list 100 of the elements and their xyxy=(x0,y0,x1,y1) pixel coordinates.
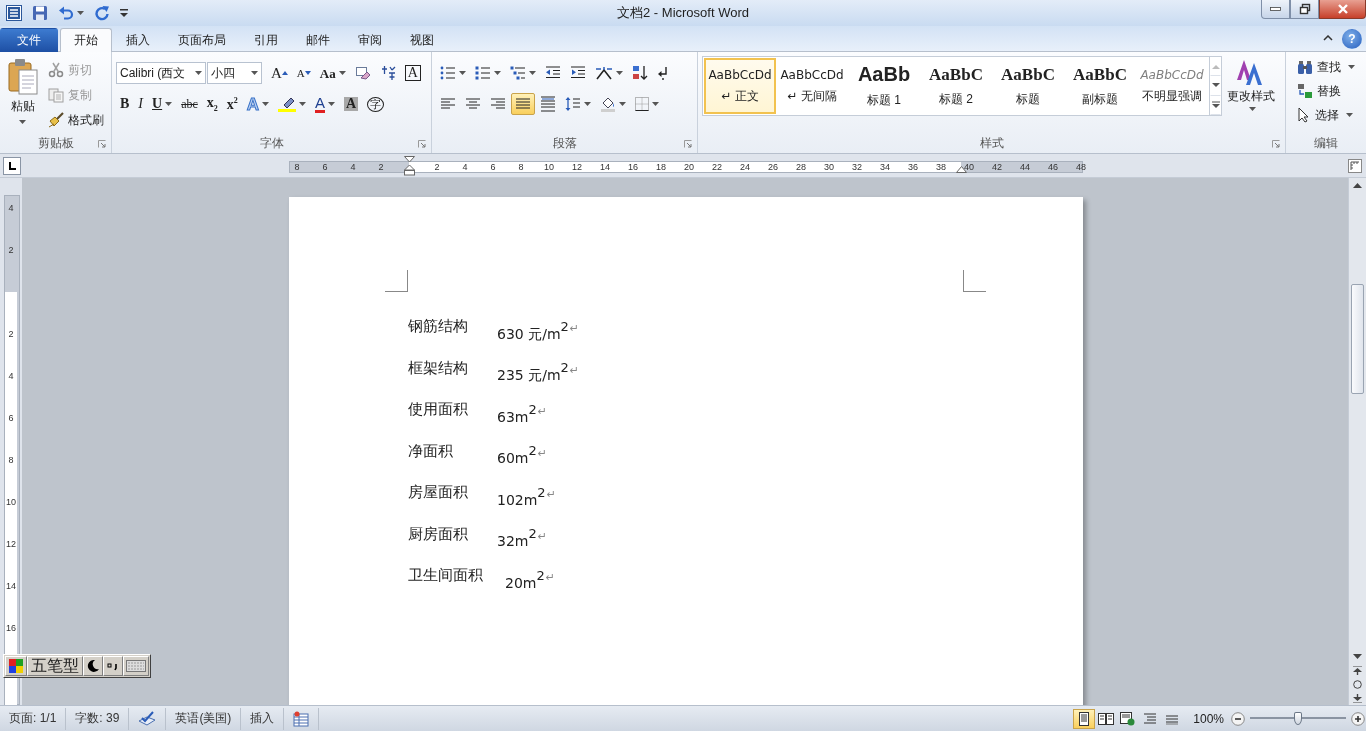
borders-icon xyxy=(635,97,649,111)
caret-icon xyxy=(584,102,591,106)
item-label: 房屋面积 xyxy=(408,483,469,503)
paste-button[interactable]: 粘贴 xyxy=(4,55,41,134)
zoom-out-button[interactable] xyxy=(1230,710,1246,727)
file-tab[interactable]: 文件 xyxy=(0,28,58,52)
input-method-logo-button[interactable] xyxy=(5,656,27,676)
justify-button[interactable] xyxy=(511,93,535,115)
restore-button[interactable] xyxy=(1290,0,1319,19)
style-option[interactable]: AaBbC 副标题 xyxy=(1064,58,1136,114)
line-spacing-icon xyxy=(565,96,581,112)
undo-icon xyxy=(58,5,74,21)
dialog-launcher-button[interactable] xyxy=(97,139,107,149)
ruler-number: 4 xyxy=(7,371,15,381)
ruler-number: 6 xyxy=(322,162,328,172)
char-shading-button[interactable]: A xyxy=(340,93,363,115)
paragraph-mark: ↵ xyxy=(569,362,580,377)
crop-mark xyxy=(963,270,986,292)
word-count[interactable]: 字数: 39 xyxy=(66,707,130,730)
shrink-font-button[interactable]: A xyxy=(292,62,315,84)
style-option[interactable]: AaBbCcDd ↵ 正文 xyxy=(704,58,776,114)
tab-stop-button[interactable] xyxy=(3,156,21,175)
paragraph-mark: ↵ xyxy=(545,570,555,585)
zoom-level[interactable]: 100% xyxy=(1193,711,1224,726)
font-color-button[interactable]: A xyxy=(311,93,340,115)
punctuation-button[interactable] xyxy=(103,656,123,676)
item-label: 净面积 xyxy=(408,441,454,461)
restore-icon xyxy=(1298,3,1311,15)
style-option[interactable]: AaBbC 标题 2 xyxy=(920,58,992,114)
redo-icon xyxy=(94,5,110,21)
caret-icon xyxy=(616,71,623,75)
zoom-in-button[interactable] xyxy=(1350,710,1366,727)
align-center-icon xyxy=(465,98,481,110)
ruler-number: 8 xyxy=(518,162,524,172)
bold-button[interactable]: B xyxy=(116,93,134,115)
page-count[interactable]: 页面: 1/1 xyxy=(0,707,67,730)
paragraph-mark: ↵ xyxy=(546,487,556,502)
font-size-field[interactable]: 小四 xyxy=(207,62,262,84)
ribbon-tab[interactable]: 邮件 xyxy=(292,28,344,52)
print-layout-view-button[interactable] xyxy=(1073,708,1096,729)
reading-layout-icon xyxy=(1098,711,1115,726)
caret-icon xyxy=(299,102,307,106)
find-button[interactable]: 查找 xyxy=(1294,56,1358,78)
brush-button[interactable]: 格式刷 xyxy=(45,109,107,131)
caret-icon xyxy=(494,71,501,75)
ribbon-tab[interactable]: 开始 xyxy=(60,28,112,52)
ruler-toggle-button[interactable] xyxy=(1347,156,1363,175)
caret-icon xyxy=(1348,65,1355,69)
italic-button[interactable]: I xyxy=(134,93,147,115)
ruler-number: 18 xyxy=(656,162,666,172)
style-option[interactable]: AaBbCcDd 不明显强调 xyxy=(1136,58,1208,114)
select-button[interactable]: 选择 xyxy=(1294,104,1358,126)
strikethrough-button[interactable]: abc xyxy=(177,93,202,115)
font-name-field[interactable]: Calibri (西文 xyxy=(116,62,206,84)
ruler-number: 26 xyxy=(768,162,778,172)
ruler-number: 8 xyxy=(7,455,15,465)
minimize-button[interactable] xyxy=(1261,0,1290,19)
underline-button[interactable]: U xyxy=(148,93,177,115)
scroll-thumb[interactable] xyxy=(1351,284,1364,394)
scroll-up-icon xyxy=(1353,182,1362,188)
dialog-launcher-button[interactable] xyxy=(417,139,427,149)
style-option[interactable]: AaBbC 标题 xyxy=(992,58,1064,114)
item-label: 使用面积 xyxy=(408,400,469,420)
dialog-launcher-icon xyxy=(1272,140,1280,148)
moon-icon xyxy=(86,659,100,673)
zoom-slider-thumb[interactable] xyxy=(1294,712,1302,725)
scroll-up-icon xyxy=(1211,64,1220,70)
ribbon-tab[interactable]: 插入 xyxy=(112,28,164,52)
change-case-button[interactable]: Aa xyxy=(315,62,350,84)
up-triangle-icon xyxy=(281,71,288,75)
superscript-button[interactable]: x$^{2}$ xyxy=(222,93,242,115)
caret-icon xyxy=(195,71,202,75)
ribbon-tab[interactable]: 引用 xyxy=(240,28,292,52)
ruler-number: 6 xyxy=(7,413,15,423)
caret-icon xyxy=(459,71,466,75)
paragraph-mark-icon xyxy=(657,66,669,80)
change-styles-button[interactable]: 更改样式 xyxy=(1222,55,1280,134)
ruler-number: 34 xyxy=(880,162,890,172)
brush-icon xyxy=(48,112,64,128)
dialog-launcher-button[interactable] xyxy=(1271,139,1281,149)
close-button[interactable] xyxy=(1319,0,1366,19)
previous-page-icon xyxy=(1353,665,1362,675)
soft-keyboard-button[interactable] xyxy=(123,656,149,676)
language-button[interactable]: 英语(美国) xyxy=(166,707,242,730)
insert-mode-button[interactable]: 插入 xyxy=(241,707,285,730)
ribbon-tab[interactable]: 视图 xyxy=(396,28,448,52)
width-toggle-button[interactable] xyxy=(83,656,103,676)
ribbon-tab[interactable]: 审阅 xyxy=(344,28,396,52)
multilevel-list-icon xyxy=(510,66,526,80)
ruler-number: 14 xyxy=(5,581,17,591)
style-option[interactable]: AaBbCcDd ↵ 无间隔 xyxy=(776,58,848,114)
ruler-number: 10 xyxy=(544,162,554,172)
char-border-button[interactable]: A xyxy=(400,62,425,84)
input-mode-button[interactable]: 五笔型 xyxy=(27,656,83,676)
dialog-launcher-button[interactable] xyxy=(683,139,693,149)
ribbon-tab[interactable]: 页面布局 xyxy=(164,28,240,52)
style-option[interactable]: AaBb 标题 1 xyxy=(848,58,920,114)
subscript-button[interactable]: x$_{2}$ xyxy=(202,93,222,115)
replace-button[interactable]: 替换 xyxy=(1294,80,1358,102)
grow-font-button[interactable]: A xyxy=(267,62,292,84)
